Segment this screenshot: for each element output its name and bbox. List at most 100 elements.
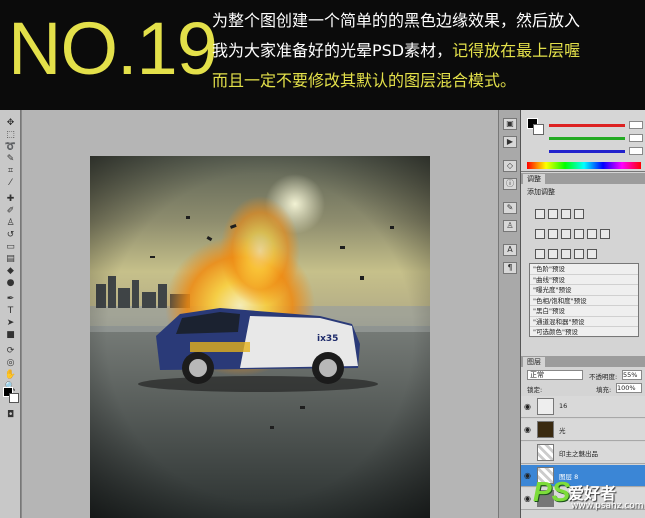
tutorial-banner: NO.19 为整个图创建一个简单的的黑色边缘效果，然后放入 我为大家准备好的光晕… xyxy=(0,0,645,110)
fill-label: 填充: xyxy=(596,386,612,394)
character-panel-icon[interactable]: A xyxy=(503,244,517,256)
right-panels: 调整 添加调整 "色阶"预设 "曲线"预设 "曝光度"预设 "色相/饱和度"预设… xyxy=(520,110,645,518)
channel-mixer-icon[interactable] xyxy=(600,229,610,239)
color-spectrum-bar[interactable] xyxy=(527,162,641,169)
path-select-tool-icon[interactable]: ➤ xyxy=(3,318,18,328)
invert-icon[interactable] xyxy=(535,249,545,259)
opacity-input[interactable]: 55% xyxy=(622,370,642,380)
preset-item[interactable]: "曲线"预设 xyxy=(530,275,638,285)
color-panel-background[interactable] xyxy=(533,124,544,135)
instruction-line-1: 为整个图创建一个简单的的黑色边缘效果，然后放入 xyxy=(212,11,581,30)
quick-mask-icon[interactable]: ◘ xyxy=(3,410,18,420)
layer-thumbnail xyxy=(537,421,554,438)
crop-tool-icon[interactable]: ⌗ xyxy=(3,166,18,176)
watermark-url: www.psahz.com xyxy=(571,501,644,511)
color-panel xyxy=(521,110,645,172)
preset-item[interactable]: "可选颜色"预设 xyxy=(530,327,638,338)
black-white-icon[interactable] xyxy=(574,229,584,239)
blue-slider[interactable] xyxy=(549,150,625,153)
tab-adjustments[interactable]: 调整 xyxy=(523,174,545,184)
hue-saturation-icon[interactable] xyxy=(548,229,558,239)
preset-item[interactable]: "色相/饱和度"预设 xyxy=(530,296,638,306)
step-instructions: 为整个图创建一个简单的的黑色边缘效果，然后放入 我为大家准备好的光晕PSD素材，… xyxy=(212,6,642,96)
artwork: ix35 xyxy=(90,156,430,518)
red-value-field[interactable] xyxy=(629,121,643,129)
adjustments-title: 添加调整 xyxy=(527,188,555,196)
adjustment-icons-row-1 xyxy=(535,204,587,219)
layer-row[interactable]: ◉ 16 xyxy=(521,396,645,418)
lasso-tool-icon[interactable]: ➰ xyxy=(3,142,18,152)
curves-icon[interactable] xyxy=(561,209,571,219)
3d-orbit-tool-icon[interactable]: ◎ xyxy=(3,358,18,368)
move-tool-icon[interactable]: ✥ xyxy=(3,118,18,128)
paragraph-panel-icon[interactable]: ¶ xyxy=(503,262,517,274)
preset-item[interactable]: "色阶"预设 xyxy=(530,264,638,275)
pen-tool-icon[interactable]: ✒ xyxy=(3,294,18,304)
gradient-map-icon[interactable] xyxy=(574,249,584,259)
document-canvas[interactable]: ix35 xyxy=(90,156,430,518)
hand-tool-icon[interactable]: ✋ xyxy=(3,370,18,380)
vignette-effect xyxy=(90,156,430,518)
watermark-logo: PS xyxy=(533,476,571,507)
selective-color-icon[interactable] xyxy=(587,249,597,259)
eye-icon[interactable] xyxy=(524,448,533,457)
healing-brush-tool-icon[interactable]: ✚ xyxy=(3,194,18,204)
history-panel-icon[interactable]: ▣ xyxy=(503,118,517,130)
layer-name: 16 xyxy=(559,402,568,410)
fill-input[interactable]: 100% xyxy=(616,383,642,393)
gradient-tool-icon[interactable]: ▤ xyxy=(3,254,18,264)
adjustment-presets-list: "色阶"预设 "曲线"预设 "曝光度"预设 "色相/饱和度"预设 "黑白"预设 … xyxy=(529,263,639,338)
posterize-icon[interactable] xyxy=(548,249,558,259)
red-slider[interactable] xyxy=(549,124,625,127)
opacity-label: 不透明度: xyxy=(589,373,618,381)
shape-tool-icon[interactable]: ■ xyxy=(3,330,18,340)
layer-name: 光 xyxy=(559,427,566,435)
eyedropper-tool-icon[interactable]: ⁄ xyxy=(3,178,18,188)
eye-icon[interactable]: ◉ xyxy=(524,494,533,503)
tab-layers[interactable]: 图层 xyxy=(523,357,545,367)
dodge-tool-icon[interactable]: ● xyxy=(3,278,18,288)
background-color-swatch[interactable] xyxy=(9,393,19,403)
preset-item[interactable]: "黑白"预设 xyxy=(530,306,638,317)
brightness-icon[interactable] xyxy=(535,209,545,219)
3d-rotate-tool-icon[interactable]: ⟳ xyxy=(3,346,18,356)
brush-tool-icon[interactable]: ✐ xyxy=(3,206,18,216)
tools-panel: ✥ ⬚ ➰ ✎ ⌗ ⁄ ✚ ✐ ♙ ↺ ▭ ▤ ◆ ● ✒ T ➤ ■ ⟳ ◎ … xyxy=(0,110,21,518)
step-number: NO.19 xyxy=(8,7,218,90)
quick-select-tool-icon[interactable]: ✎ xyxy=(3,154,18,164)
instruction-line-2: 我为大家准备好的光晕PSD素材，记得放在最上层喔 xyxy=(212,36,642,66)
eye-icon[interactable]: ◉ xyxy=(524,425,533,434)
info-panel-icon[interactable]: ⓘ xyxy=(503,178,517,190)
eye-icon[interactable]: ◉ xyxy=(524,402,533,411)
adjustments-tabbar: 调整 xyxy=(521,173,645,184)
eraser-tool-icon[interactable]: ▭ xyxy=(3,242,18,252)
instruction-line-2-highlight: 记得放在最上层喔 xyxy=(452,41,581,60)
actions-panel-icon[interactable]: ▶ xyxy=(503,136,517,148)
marquee-tool-icon[interactable]: ⬚ xyxy=(3,130,18,140)
history-brush-tool-icon[interactable]: ↺ xyxy=(3,230,18,240)
green-slider[interactable] xyxy=(549,137,625,140)
clone-stamp-tool-icon[interactable]: ♙ xyxy=(3,218,18,228)
threshold-icon[interactable] xyxy=(561,249,571,259)
layer-row[interactable]: 印主之魅出品 xyxy=(521,442,645,464)
brushes-panel-icon[interactable]: ✎ xyxy=(503,202,517,214)
instruction-line-3: 而且一定不要修改其默认的图层混合模式。 xyxy=(212,71,517,90)
color-balance-icon[interactable] xyxy=(561,229,571,239)
levels-icon[interactable] xyxy=(548,209,558,219)
preset-item[interactable]: "通道混和器"预设 xyxy=(530,317,638,327)
layers-tabbar: 图层 xyxy=(521,356,645,367)
layer-row[interactable]: ◉ 光 xyxy=(521,419,645,441)
green-value-field[interactable] xyxy=(629,134,643,142)
clone-source-panel-icon[interactable]: ♙ xyxy=(503,220,517,232)
eye-icon[interactable]: ◉ xyxy=(524,471,533,480)
blur-tool-icon[interactable]: ◆ xyxy=(3,266,18,276)
photo-filter-icon[interactable] xyxy=(587,229,597,239)
blue-value-field[interactable] xyxy=(629,147,643,155)
lock-label: 锁定: xyxy=(527,386,543,394)
exposure-icon[interactable] xyxy=(574,209,584,219)
type-tool-icon[interactable]: T xyxy=(3,306,18,316)
blend-mode-select[interactable]: 正常 xyxy=(527,370,583,380)
navigator-panel-icon[interactable]: ◇ xyxy=(503,160,517,172)
vibrance-icon[interactable] xyxy=(535,229,545,239)
preset-item[interactable]: "曝光度"预设 xyxy=(530,285,638,296)
